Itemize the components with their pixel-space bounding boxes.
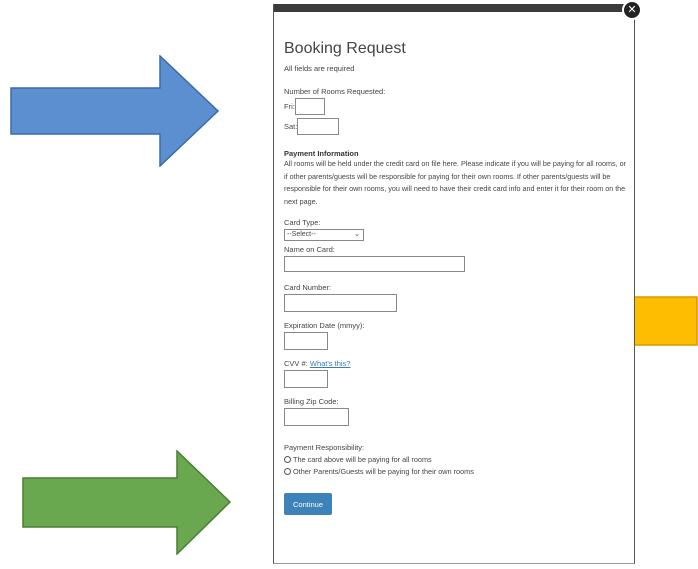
card-type-label: Card Type: [284,218,321,227]
radio-option-all-rooms[interactable]: The card above will be paying for all ro… [284,455,624,464]
expiration-input[interactable] [284,332,328,350]
required-note: All fields are required [284,64,355,73]
billing-zip-label: Billing Zip Code: [284,397,339,406]
sat-row: Sat: [284,118,624,135]
cvv-field: CVV #: What's this? [284,359,624,393]
fri-label: Fri: [284,102,295,111]
payment-responsibility-field: Payment Responsibility: The card above w… [284,443,624,476]
page-title: Booking Request [284,40,406,57]
payment-responsibility-label: Payment Responsibility: [284,443,365,452]
cvv-input[interactable] [284,370,328,388]
card-number-label: Card Number: [284,283,332,292]
card-number-input[interactable] [284,294,397,312]
radio-button[interactable] [284,456,291,463]
name-on-card-input[interactable] [284,256,465,272]
billing-zip-field: Billing Zip Code: [284,397,624,431]
modal-top-bar [274,4,634,12]
billing-zip-input[interactable] [284,408,349,426]
radio-button[interactable] [284,468,291,475]
card-type-selected: --Select-- [287,231,316,238]
fri-rooms-input[interactable] [294,98,325,115]
card-number-field: Card Number: [284,283,624,317]
sat-rooms-input[interactable] [297,118,340,135]
booking-request-modal: ✕ Booking Request All fields are require… [273,0,642,564]
booking-form: Booking Request All fields are required … [284,40,626,515]
card-type-select[interactable]: --Select-- ⌄ [284,229,364,241]
expiration-label: Expiration Date (mmyy): [284,321,365,330]
close-icon[interactable]: ✕ [622,0,642,20]
radio-label-all-rooms: The card above will be paying for all ro… [293,455,432,464]
rooms-label: Number of Rooms Requested: [284,87,386,96]
chevron-down-icon: ⌄ [354,231,360,238]
name-on-card-label: Name on Card: [284,245,335,254]
sat-label: Sat: [284,122,298,131]
radio-label-own-rooms: Other Parents/Guests will be paying for … [293,467,474,476]
radio-option-own-rooms[interactable]: Other Parents/Guests will be paying for … [284,467,624,476]
continue-button[interactable]: Continue [284,493,332,515]
payment-info-heading: Payment Information [284,149,359,158]
whats-this-link[interactable]: What's this? [310,359,351,368]
name-on-card-field: Name on Card: [284,245,624,277]
expiration-field: Expiration Date (mmyy): [284,321,624,355]
card-type-field: Card Type: --Select-- ⌄ [284,218,624,241]
payment-info-text: All rooms will be held under the credit … [284,159,626,206]
cvv-label: CVV #: [284,359,308,368]
fri-row: Fri: [284,98,624,115]
blue-arrow-right-icon [10,55,220,167]
green-arrow-right-icon [22,450,232,555]
cvv-label-row: CVV #: What's this? [284,359,624,368]
